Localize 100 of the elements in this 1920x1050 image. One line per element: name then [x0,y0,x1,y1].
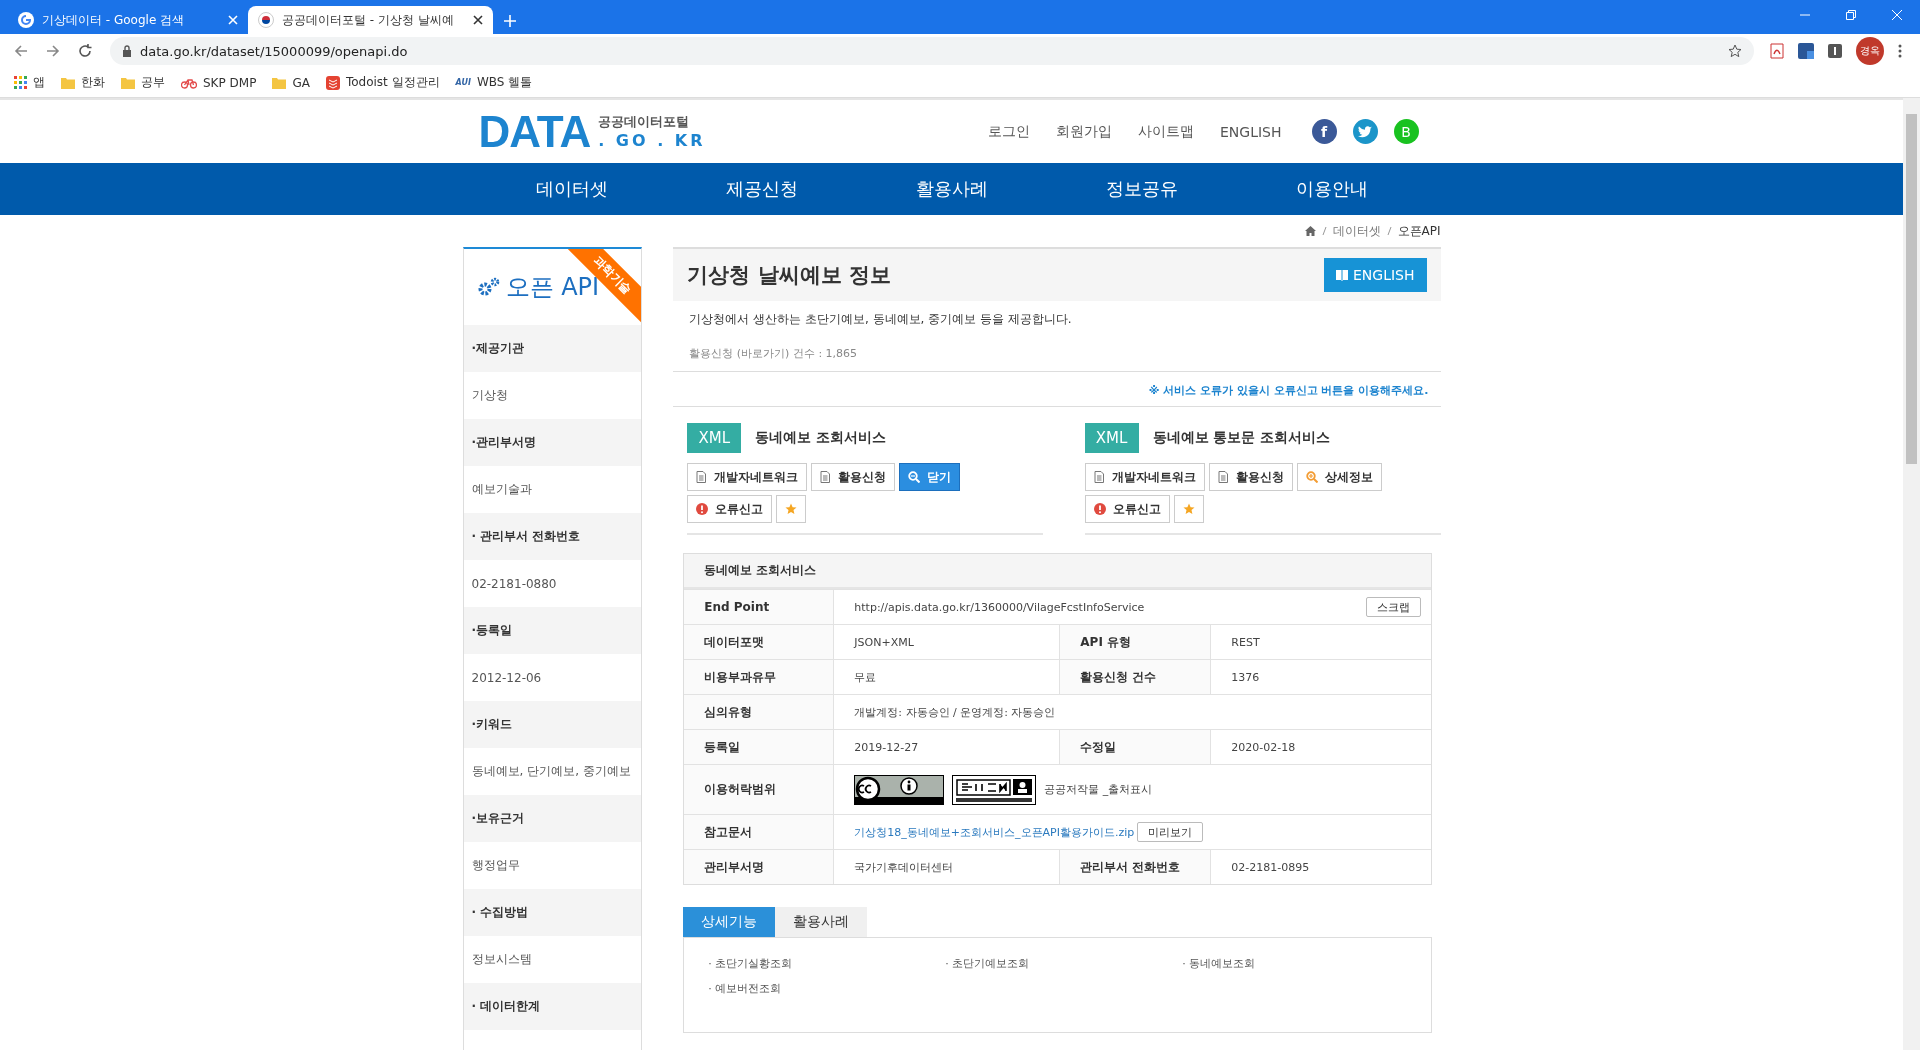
nav-menu-item[interactable]: 정보공유 [1046,163,1237,215]
report-button[interactable]: 오류신고 [1084,495,1170,523]
field-label: · 데이터한계 [463,983,642,1030]
logo-title: 공공데이터포털 [598,113,691,131]
table-cell-text: 2020-02-18 [1230,739,1297,756]
browser-tab[interactable]: 공공데이터포털 - 기상청 날씨예 [248,6,493,34]
bicycle-icon [181,76,197,89]
todoist-icon [325,75,340,90]
close-icon[interactable] [473,15,483,25]
nav-menu-item[interactable]: 이용안내 [1236,163,1427,215]
header-link[interactable]: 회원가입 [1056,122,1112,141]
scrap-button[interactable]: 스크랩 [1365,597,1421,617]
field-value: 기상청 [470,387,509,404]
apps-icon [14,76,27,89]
format-badge: XML [1084,423,1139,453]
header-link[interactable]: 로그인 [988,122,1030,141]
field-label: ·보유근거 [463,795,642,842]
pdf-icon[interactable] [1770,43,1784,59]
restore-icon[interactable] [1846,10,1856,20]
description-text: 기상청에서 생산하는 초단기예보, 동네예보, 중기예보 등을 제공합니다. [689,311,1073,328]
slash-icon [1321,226,1327,236]
home-icon[interactable] [1304,226,1316,236]
notice-text: ※ 서비스 오류가 있을시 오류신고 버튼을 이용해주세요. [673,372,1441,407]
bookmark[interactable]: Todoist 일정관리 [325,74,440,91]
document-icon [1093,471,1105,483]
nav-menu-item[interactable]: 제공신청 [666,163,857,215]
field-value: 02-2181-0880 [470,575,558,593]
action-button[interactable]: 개발자네트워크 [1084,463,1205,491]
table-cell-text: 1376 [1230,669,1261,686]
service-name: 동네예보 조회서비스 [755,429,887,447]
folder-icon [272,76,287,89]
action-button[interactable]: 활용신청 [811,463,896,491]
lock-icon [122,45,132,57]
scrollbar[interactable] [1903,98,1920,1050]
new-tab-icon[interactable] [503,14,517,28]
table-header-cell: 심의유형 [684,695,835,729]
header-link[interactable]: ENGLISH [1220,123,1282,140]
star-icon[interactable] [1728,44,1742,58]
back-icon[interactable] [14,44,28,58]
table-cell: 공공저작물 _출처표시 [1044,782,1153,797]
field-label: ·관리부서명 [463,419,642,466]
document-link[interactable]: 기상청18_동네예보+조회서비스_오픈API활용가이드.zip [854,824,1135,840]
table-header-cell: API 유형 [1060,625,1212,659]
facebook-button[interactable]: f [1311,119,1337,144]
report-button[interactable]: 오류신고 [687,495,773,523]
action-button[interactable]: 개발자네트워크 [687,463,808,491]
table-cell: http://apis.data.go.kr/1360000/VilageFcstInfoService [854,600,1145,614]
preview-button[interactable]: 미리보기 [1137,822,1204,842]
star-icon [785,503,798,515]
bookmark[interactable]: AUI WBS 헬톨 [455,74,533,91]
document-icon [1217,471,1229,483]
folder-icon [121,76,135,89]
table-header-cell: 등록일 [684,730,835,764]
table-cell-text: 02-2181-0895 [1230,859,1311,876]
twitter-button[interactable] [1352,119,1378,144]
zoom-out-icon [908,471,921,483]
format-badge: XML [687,423,742,453]
field-label: ·키워드 [463,701,642,748]
breadcrumb-link[interactable]: 오픈API [1397,222,1441,240]
request-count-text: 활용신청 (바로가기) 건수 : 1,865 [689,346,859,362]
address-bar[interactable]: data.go.kr/dataset/15000099/openapi.do [110,37,1754,65]
feature-link[interactable]: · 초단기실황조회 [708,956,946,971]
field-label: · 관리부서 전화번호 [463,513,642,560]
logo-wordmark[interactable]: DATA [478,106,591,157]
reload-icon[interactable] [78,44,92,58]
google-icon [18,12,34,28]
profile-avatar[interactable]: 경옥 [1856,37,1884,65]
bookmark[interactable]: 앱 [14,74,45,91]
feature-link[interactable]: · 예보버전조회 [708,981,946,996]
table-header-cell: 관리부서 전화번호 [1060,850,1212,884]
field-label: ·등록일 [463,607,642,654]
table-header-cell: 데이터포맷 [684,625,835,659]
bookmark[interactable]: GA [272,75,310,90]
nav-menu-item[interactable]: 데이터셋 [476,163,667,215]
menu-icon[interactable] [1898,44,1902,58]
bookmark[interactable]: 한화 [61,74,105,91]
field-label: ·제공기관 [463,325,642,372]
bookmark[interactable]: 공부 [121,74,165,91]
feature-link[interactable]: · 동네예보조회 [1182,956,1383,971]
table-header-cell: 활용신청 건수 [1060,660,1212,694]
feature-link[interactable]: · 초단기예보조회 [945,956,1183,971]
extension-icon[interactable] [1828,44,1842,58]
cc-by-license-icon [854,774,945,805]
table-header-cell: End Point [684,590,835,624]
document-icon [696,471,708,483]
field-value: 행정업무 [470,857,521,874]
nav-menu-item[interactable]: 활용사례 [856,163,1047,215]
alert-icon [1093,503,1106,515]
table-cell-text: 개발계정: 자동승인 / 운영계정: 자동승인 [853,704,1057,721]
header-link[interactable]: 사이트맵 [1138,122,1194,141]
tab[interactable]: 활용사례 [775,907,868,937]
breadcrumb-link[interactable]: 데이터셋 [1332,222,1381,240]
url-text: data.go.kr/dataset/15000099/openapi.do [140,43,409,59]
logo-domain: . GO . KR [598,131,706,150]
browser-tab[interactable]: 기상데이터 - Google 검색 [8,6,248,34]
slash-icon [1386,226,1392,236]
forward-icon[interactable] [46,44,60,58]
action-button[interactable]: 활용신청 [1208,463,1293,491]
bookmark[interactable]: SKP DMP [181,75,257,90]
toggle-button[interactable]: 상세정보 [1296,463,1382,491]
